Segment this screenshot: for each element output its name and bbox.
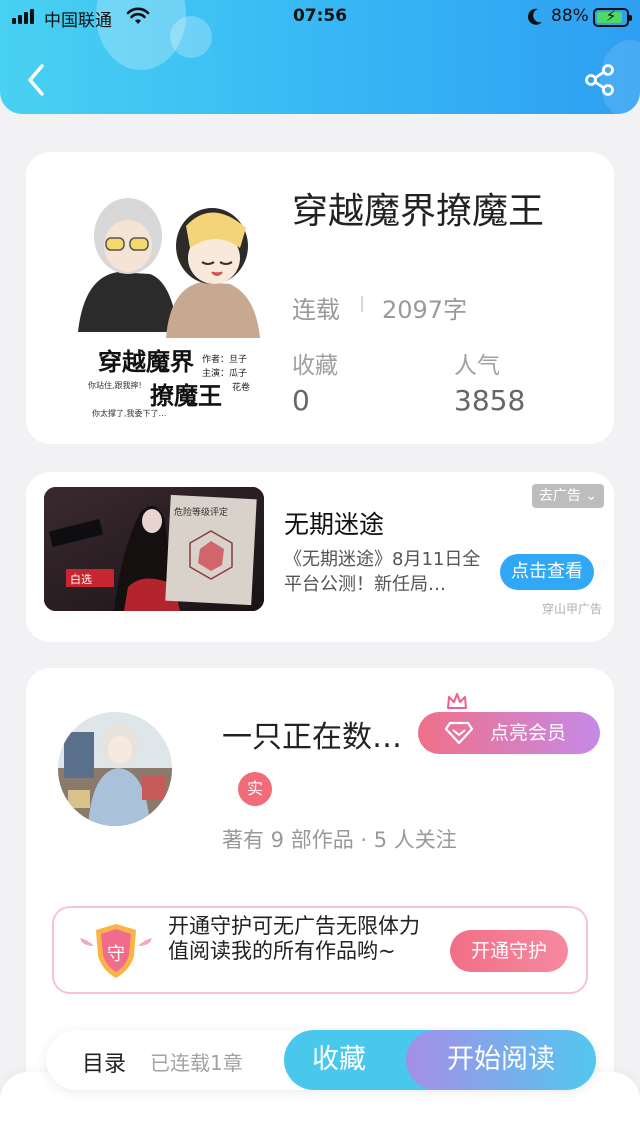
start-reading-button[interactable]: 开始阅读 bbox=[406, 1030, 596, 1090]
ad-title[interactable]: 无期迷途 bbox=[284, 505, 384, 541]
cover-title-line2: 撩魔王 bbox=[150, 381, 222, 410]
share-icon[interactable] bbox=[582, 62, 618, 98]
serial-status: 连载 bbox=[292, 296, 340, 324]
shield-icon: 守 bbox=[80, 924, 152, 978]
divider bbox=[361, 296, 363, 312]
status-bar: 中国联通 07:56 88% ⚡ bbox=[0, 0, 640, 36]
book-info-card: 穿越魔界 撩魔王 作者：旦子 主演：瓜子 花卷 你站住,跟我摔! 你太撑了,我委… bbox=[26, 152, 614, 444]
crown-icon bbox=[447, 693, 467, 709]
author-avatar[interactable] bbox=[58, 712, 172, 826]
diamond-icon bbox=[444, 721, 474, 745]
favorites-value: 0 bbox=[292, 384, 310, 417]
popularity-value: 3858 bbox=[454, 384, 526, 417]
guard-banner[interactable]: 守 开通守护可无广告无限体力值阅读我的所有作品哟~ 开通守护 bbox=[52, 906, 588, 994]
clock: 07:56 bbox=[292, 6, 348, 26]
cover-caption-1: 你站住,跟我摔! bbox=[88, 380, 142, 390]
cover-credit-cast: 主演：瓜子 bbox=[202, 367, 247, 379]
shield-text: 守 bbox=[107, 944, 125, 965]
battery-percent: 88% bbox=[551, 6, 589, 26]
ad-description[interactable]: 《无期迷途》8月11日全平台公测！新任局… bbox=[284, 547, 484, 597]
chapter-count: 已连载1章 bbox=[150, 1051, 243, 1075]
ad-image[interactable]: 白选 危险等级评定 bbox=[44, 487, 264, 611]
popularity-label: 人气 bbox=[454, 353, 500, 379]
cover-illustration: 穿越魔界 撩魔王 作者：旦子 主演：瓜子 花卷 你站住,跟我摔! 你太撑了,我委… bbox=[70, 172, 270, 420]
ad-image-sign: 危险等级评定 bbox=[174, 506, 228, 518]
verified-badge: 实 bbox=[238, 772, 272, 806]
cover-caption-2: 你太撑了,我委下了… bbox=[92, 408, 167, 418]
ad-image-badge: 白选 bbox=[70, 572, 92, 586]
cover-credit-cast2: 花卷 bbox=[232, 381, 250, 393]
remove-ad-label: 去广告 bbox=[538, 488, 581, 504]
moon-icon bbox=[527, 8, 542, 25]
remove-ad-button[interactable]: 去广告 ⌄ bbox=[532, 484, 604, 508]
toc-button[interactable]: 目录 bbox=[82, 1046, 126, 1078]
favorites-label: 收藏 bbox=[292, 353, 338, 379]
vip-button[interactable]: 点亮会员 bbox=[418, 712, 600, 754]
vip-label: 点亮会员 bbox=[490, 722, 567, 744]
chevron-down-icon: ⌄ bbox=[585, 488, 598, 504]
battery-icon: ⚡ bbox=[593, 7, 632, 27]
cover-title-line1: 穿越魔界 bbox=[98, 347, 194, 376]
book-cover[interactable]: 穿越魔界 撩魔王 作者：旦子 主演：瓜子 花卷 你站住,跟我摔! 你太撑了,我委… bbox=[70, 172, 270, 420]
word-count: 2097字 bbox=[382, 296, 468, 324]
book-title: 穿越魔界撩魔王 bbox=[292, 191, 545, 232]
cover-credit-author: 作者：旦子 bbox=[202, 353, 247, 365]
guard-text: 开通守护可无广告无限体力值阅读我的所有作品哟~ bbox=[168, 914, 420, 963]
bottom-action-bar: 目录 已连载1章 收藏 开始阅读 bbox=[46, 1030, 596, 1090]
ad-card[interactable]: 白选 危险等级评定 无期迷途 《无期迷途》8月11日全平台公测！新任局… 去广告… bbox=[26, 472, 614, 642]
chevron-left-icon[interactable] bbox=[22, 62, 50, 98]
author-stats: 著有 9 部作品 · 5 人关注 bbox=[222, 828, 457, 852]
ad-view-button[interactable]: 点击查看 bbox=[500, 554, 594, 590]
app-header: 中国联通 07:56 88% ⚡ bbox=[0, 0, 640, 114]
ad-source: 穿山甲广告 bbox=[542, 602, 603, 616]
open-guard-button[interactable]: 开通守护 bbox=[450, 930, 568, 972]
author-name[interactable]: 一只正在数… bbox=[222, 712, 402, 756]
